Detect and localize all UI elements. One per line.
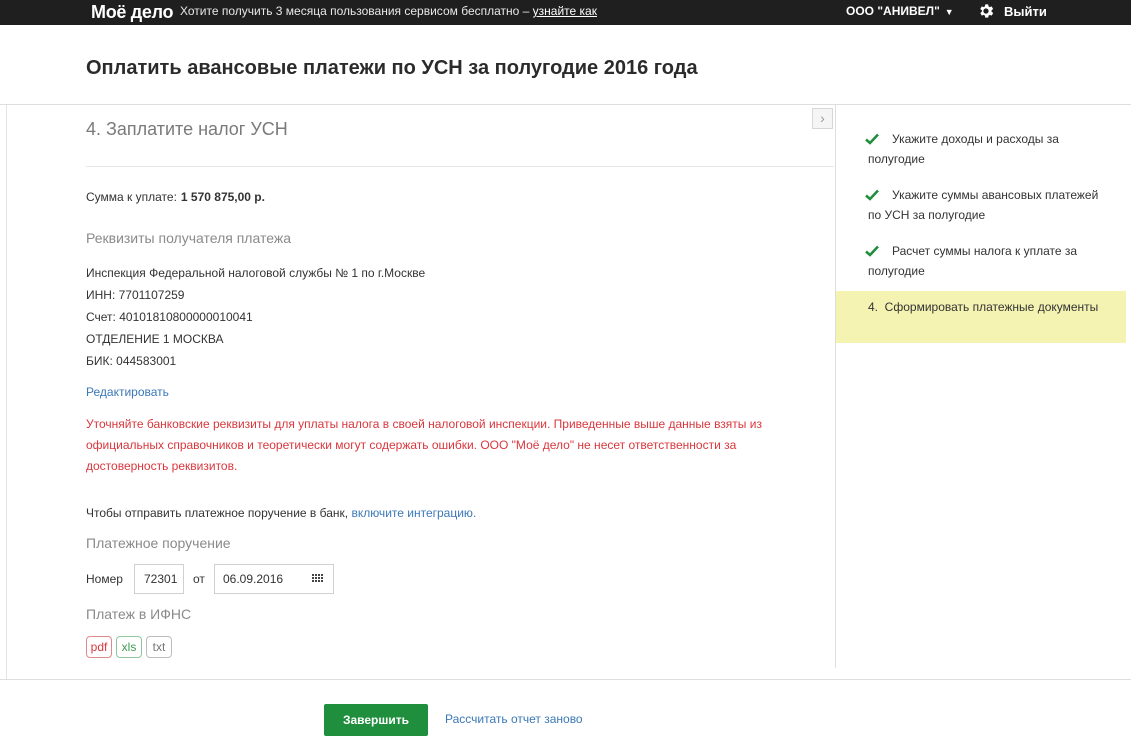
promo-link[interactable]: узнайте как xyxy=(533,4,597,18)
recipient-account: Счет: 40101810800000010041 xyxy=(86,310,253,324)
sidebar-divider xyxy=(835,105,836,668)
gear-icon[interactable] xyxy=(977,2,995,20)
integration-text: Чтобы отправить платежное поручение в ба… xyxy=(86,506,352,520)
sidebar-step-1[interactable]: Укажите доходы и расходы за полугодие xyxy=(865,129,1106,169)
checkmark-icon xyxy=(865,245,879,257)
sidebar-step-4[interactable]: 4. Сформировать платежные документы xyxy=(868,297,1106,317)
recipient-heading: Реквизиты получателя платежа xyxy=(86,230,291,246)
ifns-heading: Платеж в ИФНС xyxy=(86,606,192,622)
number-label: Номер xyxy=(86,572,123,586)
download-pdf-button[interactable]: pdf xyxy=(86,636,112,658)
collapse-sidebar-button[interactable]: › xyxy=(812,108,833,129)
recipient-bik: БИК: 044583001 xyxy=(86,354,177,368)
top-bar: Моё дело Хотите получить 3 месяца пользо… xyxy=(0,0,1131,25)
checkmark-icon xyxy=(865,189,879,201)
sidebar-step-label: Укажите доходы и расходы за полугодие xyxy=(868,132,1059,166)
step-title: 4. Заплатите налог УСН xyxy=(86,119,288,139)
recipient-bank: ОТДЕЛЕНИЕ 1 МОСКВА xyxy=(86,332,224,346)
caret-down-icon: ▼ xyxy=(944,7,954,17)
number-input[interactable] xyxy=(134,564,184,594)
download-txt-button[interactable]: txt xyxy=(146,636,172,658)
page-title: Оплатить авансовые платежи по УСН за пол… xyxy=(86,57,698,79)
sum-value: 1 570 875,00 р. xyxy=(180,190,265,204)
finish-button[interactable]: Завершить xyxy=(324,704,428,736)
warning-text: Уточняйте банковские реквизиты для уплат… xyxy=(86,417,762,473)
calendar-icon[interactable] xyxy=(312,574,323,582)
download-xls-button[interactable]: xls xyxy=(116,636,142,658)
sidebar-step-label: Расчет суммы налога к уплате за полугоди… xyxy=(868,244,1078,278)
recipient-name: Инспекция Федеральной налоговой службы №… xyxy=(86,266,426,280)
edit-link[interactable]: Редактировать xyxy=(86,384,169,400)
integration-row: Чтобы отправить платежное поручение в ба… xyxy=(86,505,476,521)
integration-end: . xyxy=(472,506,477,520)
recipient-inn: ИНН: 7701107259 xyxy=(86,288,185,302)
sidebar-step-2[interactable]: Укажите суммы авансовых платежей по УСН … xyxy=(865,185,1106,225)
sum-label: Сумма к уплате: xyxy=(86,190,177,204)
chevron-right-icon: › xyxy=(820,110,825,126)
step-divider xyxy=(86,166,834,167)
organization-name: ООО "АНИВЕЛ" xyxy=(846,4,940,18)
main-panel-border xyxy=(6,105,7,680)
promo-text: Хотите получить 3 месяца пользования сер… xyxy=(180,4,533,18)
checkmark-icon xyxy=(865,133,879,145)
sidebar-step-label: Укажите суммы авансовых платежей по УСН … xyxy=(868,188,1099,222)
sidebar-step-label: 4. Сформировать платежные документы xyxy=(868,300,1099,314)
recalculate-link[interactable]: Рассчитать отчет заново xyxy=(445,711,583,727)
sidebar-step-3[interactable]: Расчет суммы налога к уплате за полугоди… xyxy=(865,241,1106,281)
logo[interactable]: Моё дело xyxy=(91,1,174,23)
payment-order-heading: Платежное поручение xyxy=(86,535,231,551)
date-from-label: от xyxy=(193,572,205,586)
footer-divider xyxy=(0,679,1131,680)
organization-selector[interactable]: ООО "АНИВЕЛ" ▼ xyxy=(846,4,954,20)
enable-integration-link[interactable]: включите интеграцию xyxy=(351,506,473,520)
promo-banner: Хотите получить 3 месяца пользования сер… xyxy=(180,4,597,19)
logout-link[interactable]: Выйти xyxy=(1004,4,1047,19)
header-divider xyxy=(0,104,1131,105)
sum-row: Сумма к уплате: 1 570 875,00 р. xyxy=(86,189,265,205)
